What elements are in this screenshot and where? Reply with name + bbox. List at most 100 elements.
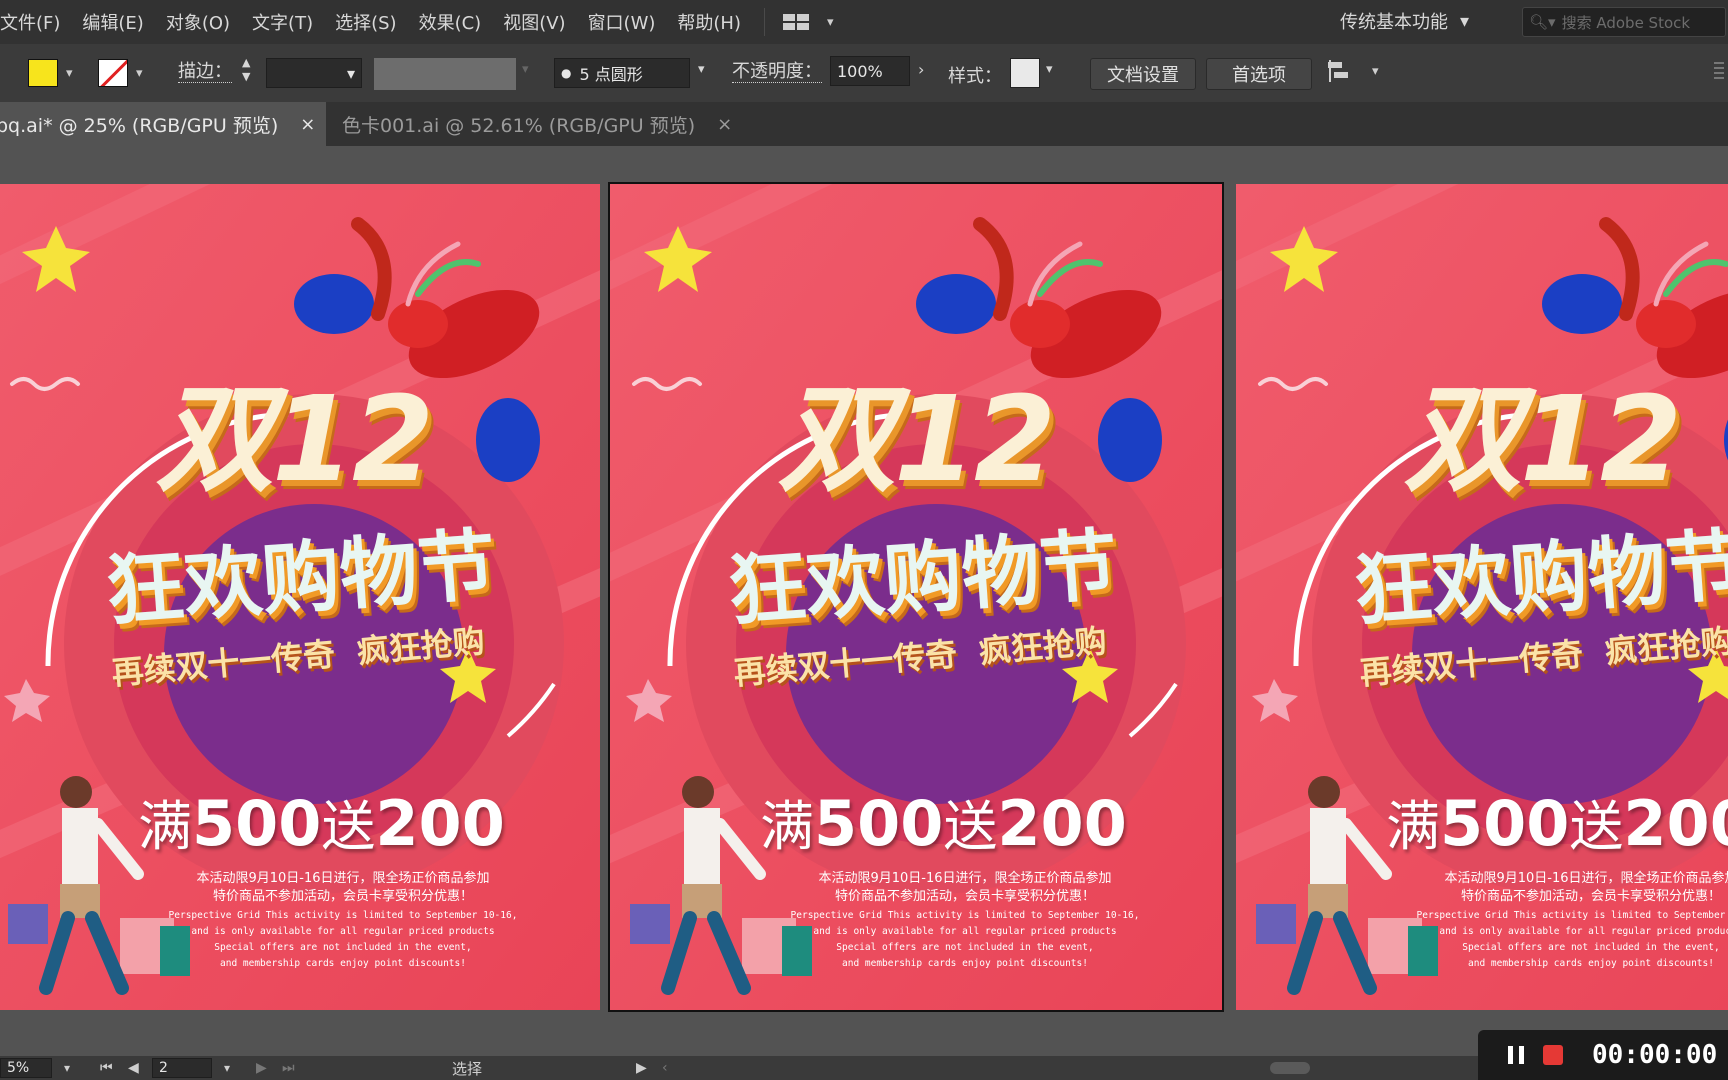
- menu-type[interactable]: 文字(T): [241, 9, 324, 35]
- poster-promo: 满 500 送 200: [138, 782, 598, 861]
- chevron-down-icon[interactable]: ▾: [64, 1056, 70, 1080]
- close-icon[interactable]: ×: [300, 114, 315, 135]
- style-label: 样式：: [948, 66, 1002, 87]
- workspace-label: 传统基本功能: [1340, 12, 1448, 33]
- fine-print-cn-2: 特价商品不参加活动，会员卡享受积分优惠！: [1460, 889, 1721, 904]
- menu-window[interactable]: 窗口(W): [577, 9, 667, 35]
- horizontal-scrollbar-thumb[interactable]: [1270, 1062, 1310, 1074]
- menu-file[interactable]: 文件(F): [0, 9, 71, 35]
- chevron-down-icon[interactable]: ▾: [66, 66, 73, 81]
- poster-fine-print: 本活动限9月10日-16日进行，限全场正价商品参加 特价商品不参加活动，会员卡享…: [760, 870, 1170, 972]
- search-placeholder: 搜索 Adobe Stock: [1561, 13, 1691, 32]
- fine-print-en-2: and is only available for all regular pr…: [191, 926, 495, 937]
- fine-print-en-4: and membership cards enjoy point discoun…: [1468, 958, 1714, 969]
- fine-print-en-4: and membership cards enjoy point discoun…: [842, 958, 1088, 969]
- promo-amount-200: 200: [997, 787, 1127, 860]
- artboard-3[interactable]: 双12 狂欢购物节 再续双十一传奇 疯狂抢购 满 500 送 200 本活动限9…: [1236, 184, 1728, 1010]
- promo-amount-500: 500: [1440, 787, 1570, 860]
- workspace-switcher[interactable]: 传统基本功能 ▾: [1340, 8, 1469, 34]
- fine-print-en-1: Perspective Grid This activity is limite…: [1416, 910, 1728, 921]
- chevron-down-icon: ▾: [346, 63, 355, 83]
- search-icon: 🔍︎▾: [1529, 13, 1556, 31]
- promo-text-give: 送: [1569, 795, 1624, 858]
- tab-label: bq.ai* @ 25% (RGB/GPU 预览): [0, 114, 279, 137]
- fine-print-en-2: and is only available for all regular pr…: [813, 926, 1117, 937]
- last-artboard-icon[interactable]: ⏭: [282, 1056, 295, 1080]
- fine-print-cn-2: 特价商品不参加活动，会员卡享受积分优惠！: [834, 889, 1095, 904]
- opacity-field[interactable]: 100%: [830, 56, 910, 86]
- fine-print-cn-2: 特价商品不参加活动，会员卡享受积分优惠！: [212, 889, 473, 904]
- fill-swatch-group[interactable]: ▾: [28, 59, 73, 87]
- promo-amount-500: 500: [192, 787, 322, 860]
- zoom-field[interactable]: 5%: [0, 1058, 52, 1078]
- artboard-1[interactable]: 双12 狂欢购物节 再续双十一传奇 疯狂抢购 满 500 送 200 本活动限9…: [0, 184, 600, 1010]
- scroll-left-icon[interactable]: ‹: [662, 1056, 668, 1080]
- menu-effect[interactable]: 效果(C): [408, 9, 493, 35]
- stroke-weight-stepper[interactable]: ▲ ▼: [242, 56, 250, 84]
- poster-title-main: 双12: [1403, 370, 1682, 508]
- menu-view[interactable]: 视图(V): [492, 9, 576, 35]
- menu-object[interactable]: 对象(O): [155, 9, 241, 35]
- promo-text-full: 满: [760, 795, 814, 858]
- canvas-area[interactable]: 双12 狂欢购物节 再续双十一传奇 疯狂抢购 满 500 送 200 本活动限9…: [0, 146, 1728, 1050]
- control-bar: ▾ ▾ 描边： ▲ ▼ ▾ ▾ ● 5 点圆形 ▾ 不透明度： 100% › 样…: [0, 44, 1728, 103]
- status-bar: 5% ▾ ⏮ ◀ 2 ▾ ▶ ⏭ 选择 ▶ ‹: [0, 1056, 1728, 1080]
- chevron-right-icon[interactable]: ›: [918, 60, 924, 79]
- stepper-down-icon[interactable]: ▼: [242, 70, 250, 84]
- fine-print-en-1: Perspective Grid This activity is limite…: [790, 910, 1140, 921]
- panel-grip[interactable]: [1714, 62, 1724, 82]
- pause-icon[interactable]: [1504, 1043, 1528, 1067]
- stroke-label[interactable]: 描边：: [178, 62, 232, 83]
- opacity-label[interactable]: 不透明度：: [732, 62, 822, 83]
- poster-fine-print: 本活动限9月10日-16日进行，限全场正价商品参加 特价商品不参加活动，会员卡享…: [138, 870, 548, 972]
- chevron-down-icon[interactable]: ▾: [698, 62, 705, 77]
- opacity-value: 100%: [837, 61, 883, 81]
- quick-actions-button[interactable]: ▾: [1326, 58, 1379, 84]
- menu-help[interactable]: 帮助(H): [666, 9, 752, 35]
- stop-icon[interactable]: [1542, 1044, 1564, 1066]
- stepper-up-icon[interactable]: ▲: [242, 56, 250, 70]
- document-setup-button[interactable]: 文档设置: [1090, 58, 1196, 90]
- chevron-down-icon[interactable]: ▾: [136, 66, 143, 81]
- fine-print-en-3: Special offers are not included in the e…: [214, 942, 472, 953]
- next-artboard-icon[interactable]: ▶: [256, 1056, 267, 1080]
- stock-search-input[interactable]: 🔍︎▾ 搜索 Adobe Stock: [1522, 7, 1726, 37]
- brush-definition-field[interactable]: ● 5 点圆形: [554, 58, 690, 88]
- menu-select[interactable]: 选择(S): [324, 9, 407, 35]
- tab-bq[interactable]: bq.ai* @ 25% (RGB/GPU 预览) ×: [0, 102, 326, 146]
- fine-print-en-3: Special offers are not included in the e…: [836, 942, 1094, 953]
- variable-width-profile[interactable]: [374, 58, 516, 90]
- promo-text-give: 送: [321, 795, 376, 858]
- fine-print-en-1: Perspective Grid This activity is limite…: [168, 910, 518, 921]
- current-tool-label: 选择: [452, 1059, 483, 1078]
- stroke-weight-field[interactable]: ▾: [266, 58, 362, 88]
- chevron-down-icon: ▾: [1460, 10, 1470, 32]
- fine-print-cn-1: 本活动限9月10日-16日进行，限全场正价商品参加: [196, 871, 490, 886]
- arrange-documents-button[interactable]: ▾: [764, 8, 834, 36]
- graphic-style-swatch[interactable]: [1010, 58, 1040, 88]
- close-icon[interactable]: ×: [717, 114, 732, 135]
- poster-promo: 满 500 送 200: [1386, 782, 1728, 861]
- previous-artboard-icon[interactable]: ◀: [128, 1056, 139, 1080]
- fine-print-en-4: and membership cards enjoy point discoun…: [220, 958, 466, 969]
- preferences-button[interactable]: 首选项: [1206, 58, 1312, 90]
- brush-definition-value: 5 点圆形: [579, 65, 643, 84]
- poster-fine-print: 本活动限9月10日-16日进行，限全场正价商品参加 特价商品不参加活动，会员卡享…: [1386, 870, 1728, 972]
- promo-amount-500: 500: [814, 787, 944, 860]
- fine-print-en-2: and is only available for all regular pr…: [1439, 926, 1728, 937]
- poster-promo: 满 500 送 200: [760, 782, 1220, 861]
- tab-label: 色卡001.ai @ 52.61% (RGB/GPU 预览): [342, 114, 696, 137]
- stroke-swatch-group[interactable]: ▾: [98, 59, 143, 87]
- tab-swatch-card[interactable]: 色卡001.ai @ 52.61% (RGB/GPU 预览) ×: [342, 102, 732, 146]
- chevron-down-icon[interactable]: ▾: [224, 1056, 230, 1080]
- promo-text-give: 送: [943, 795, 998, 858]
- arrange-grid-icon: [783, 14, 809, 30]
- menu-edit[interactable]: 编辑(E): [71, 9, 154, 35]
- fill-swatch[interactable]: [28, 59, 58, 87]
- status-play-icon[interactable]: ▶: [636, 1056, 647, 1080]
- first-artboard-icon[interactable]: ⏮: [100, 1056, 113, 1080]
- artboard-2[interactable]: 双12 狂欢购物节 再续双十一传奇 疯狂抢购 满 500 送 200 本活动限9…: [608, 182, 1224, 1012]
- artboard-number-field[interactable]: 2: [152, 1058, 212, 1078]
- chevron-down-icon[interactable]: ▾: [1046, 62, 1053, 77]
- stroke-none-swatch[interactable]: [98, 59, 128, 87]
